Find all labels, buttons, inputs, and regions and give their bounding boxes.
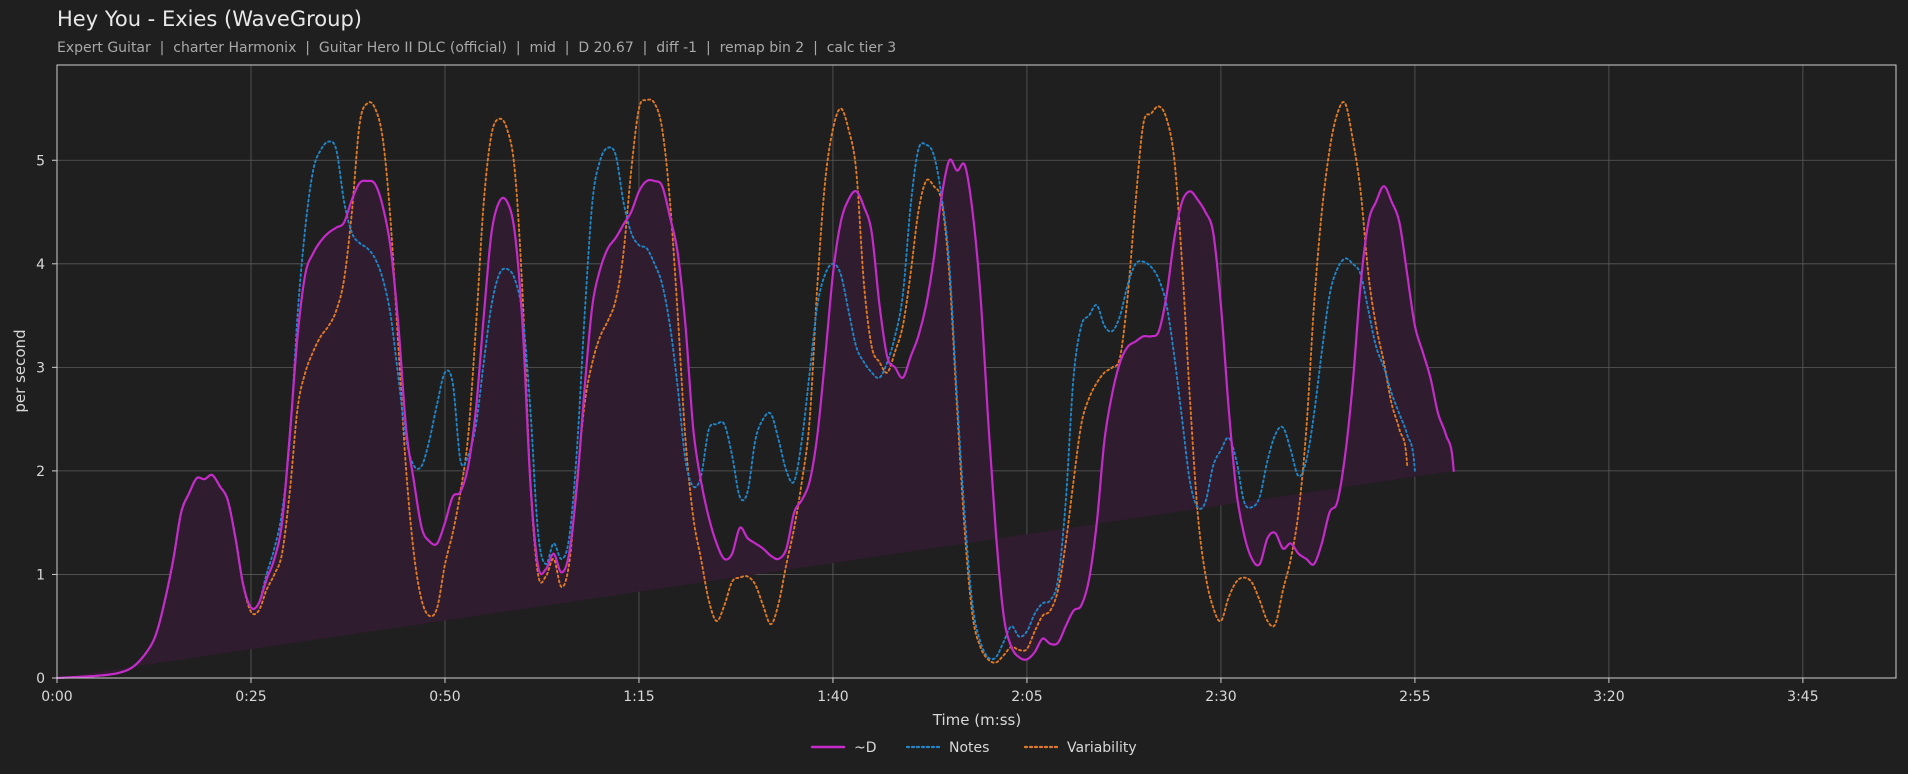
legend-item-d: ~D <box>810 740 877 756</box>
line-chart: 0:00 0:25 0:50 1:15 1:40 2:05 2:30 2:55 3:20 3:45… <box>11 64 1897 756</box>
x-tick-label: 2:55 <box>1399 689 1430 705</box>
y-tick-label: 1 <box>36 567 45 583</box>
y-tick-label: 3 <box>36 360 45 376</box>
legend-item-variability: Variability <box>1023 740 1137 756</box>
x-tick-label: 0:50 <box>429 689 460 705</box>
y-axis-label: per second <box>11 329 29 412</box>
y-tick-label: 5 <box>36 153 45 169</box>
x-tick-label: 1:40 <box>817 689 848 705</box>
legend-item-notes: Notes <box>905 740 989 756</box>
legend-label: Variability <box>1067 740 1137 756</box>
x-axis-ticks: 0:00 0:25 0:50 1:15 1:40 2:05 2:30 2:55 3:20 3:45 <box>41 678 1819 705</box>
x-tick-label: 2:05 <box>1011 689 1042 705</box>
legend-label: Notes <box>949 740 989 756</box>
y-tick-label: 4 <box>36 257 45 273</box>
series-d-area <box>57 159 1454 679</box>
y-tick-label: 0 <box>36 671 45 687</box>
x-tick-label: 0:25 <box>235 689 266 705</box>
legend: ~D Notes Variability <box>810 740 1137 756</box>
x-tick-label: 2:30 <box>1205 689 1236 705</box>
y-axis-ticks: 0 1 2 3 4 5 <box>36 153 57 687</box>
series-layer <box>55 98 1455 680</box>
x-axis-label: Time (m:ss) <box>932 711 1021 729</box>
x-tick-label: 1:15 <box>623 689 654 705</box>
legend-label: ~D <box>854 740 877 756</box>
x-tick-label: 0:00 <box>41 689 72 705</box>
x-tick-label: 3:20 <box>1593 689 1624 705</box>
y-tick-label: 2 <box>36 464 45 480</box>
x-tick-label: 3:45 <box>1787 689 1818 705</box>
area-fill-layer <box>57 159 1454 679</box>
